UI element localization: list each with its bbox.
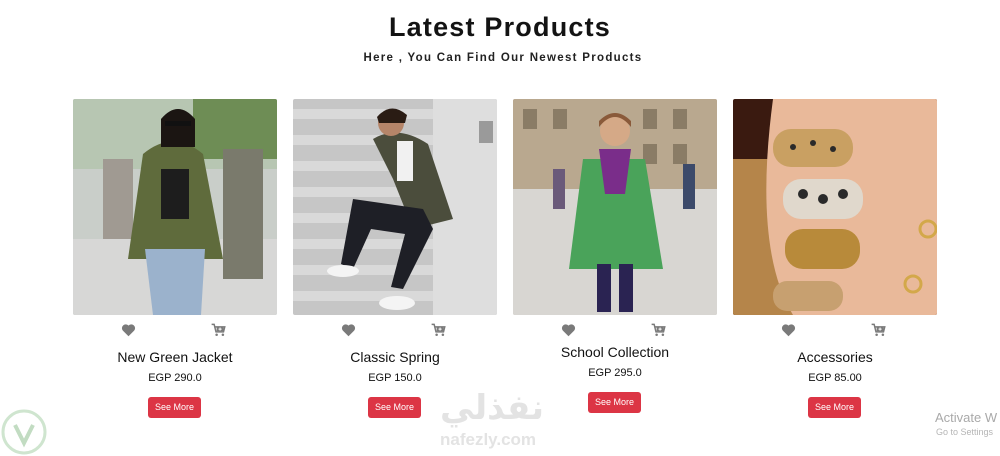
watermark-arabic: نفذلي	[440, 388, 545, 428]
add-to-cart-icon[interactable]	[651, 323, 666, 337]
product-price: EGP 85.00	[808, 372, 862, 384]
watermark-logo-icon	[1, 409, 47, 455]
heart-icon[interactable]	[121, 323, 136, 337]
product-name: Accessories	[797, 349, 873, 365]
heart-icon[interactable]	[781, 323, 796, 337]
see-more-button[interactable]: See More	[808, 397, 861, 418]
heart-icon[interactable]	[341, 323, 356, 337]
heart-icon[interactable]	[561, 323, 576, 337]
see-more-button[interactable]: See More	[588, 392, 641, 413]
os-settings-hint: Go to Settings	[936, 427, 994, 437]
product-name: Classic Spring	[350, 349, 440, 365]
product-name: School Collection	[560, 344, 670, 360]
product-name: New Green Jacket	[117, 349, 233, 365]
product-price: EGP 290.0	[148, 372, 202, 384]
os-activation-text: Activate W	[935, 410, 998, 425]
product-image[interactable]	[293, 99, 497, 315]
see-more-button[interactable]: See More	[368, 397, 421, 418]
product-image[interactable]	[513, 99, 717, 315]
see-more-button[interactable]: See More	[148, 397, 201, 418]
product-image[interactable]	[73, 99, 277, 315]
page-title: Latest Products	[388, 12, 612, 42]
add-to-cart-icon[interactable]	[871, 323, 886, 337]
add-to-cart-icon[interactable]	[211, 323, 226, 337]
product-price: EGP 150.0	[368, 372, 422, 384]
product-image[interactable]	[733, 99, 937, 315]
product-price: EGP 295.0	[588, 367, 642, 379]
add-to-cart-icon[interactable]	[431, 323, 446, 337]
watermark-site: nafezly.com	[440, 430, 537, 449]
page-subtitle: Here , You Can Find Our Newest Products	[363, 52, 643, 64]
